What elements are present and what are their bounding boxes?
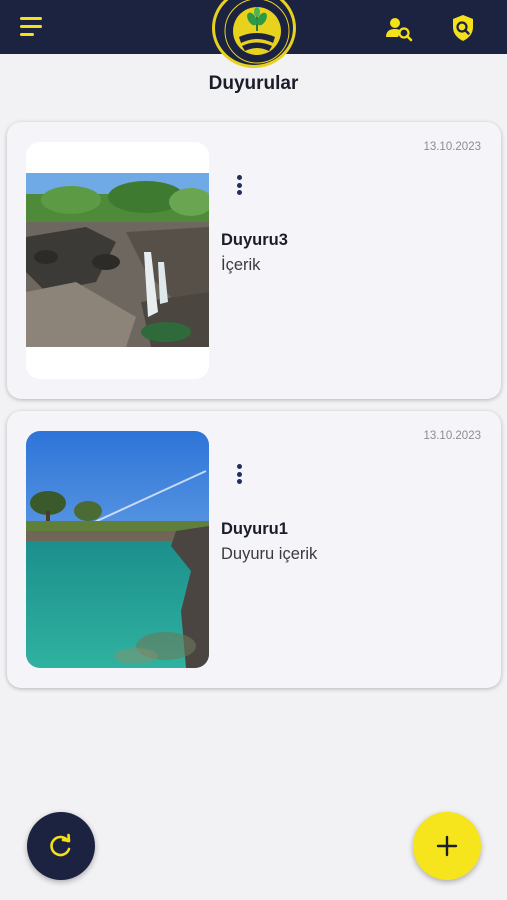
refresh-icon — [50, 833, 71, 857]
user-search-icon — [386, 18, 413, 42]
announcement-card[interactable]: 13.10.2023 Duyuru1 Duyuru içerik — [7, 411, 501, 688]
announcement-body: Duyuru içerik — [221, 545, 318, 563]
dot — [236, 464, 242, 469]
logo-icon — [224, 0, 290, 64]
top-app-bar — [0, 0, 507, 68]
logo-emblem — [212, 0, 296, 68]
announcement-date: 13.10.2023 — [423, 430, 481, 442]
menu-line — [20, 17, 42, 20]
announcement-title: Duyuru3 — [221, 231, 288, 249]
page-title: Duyurular — [208, 73, 299, 94]
dot — [236, 190, 242, 195]
waterfall-photo — [26, 142, 209, 379]
more-options-button[interactable] — [231, 464, 247, 488]
announcement-body: İçerik — [221, 256, 261, 274]
add-announcement-button[interactable] — [413, 812, 481, 880]
turquoise-lake-photo — [26, 431, 209, 668]
shield-search-button[interactable] — [448, 13, 478, 43]
dot — [236, 471, 242, 477]
plus-icon — [436, 835, 458, 857]
announcement-image[interactable] — [26, 431, 209, 668]
dot — [236, 182, 242, 188]
menu-button[interactable] — [20, 17, 46, 39]
dot — [236, 175, 242, 180]
dot — [236, 479, 242, 484]
refresh-button[interactable] — [27, 812, 95, 880]
shield-search-icon — [453, 15, 473, 41]
announcement-card[interactable]: 13.10.2023 Duyuru3 İçerik — [7, 122, 501, 399]
announcement-date: 13.10.2023 — [423, 141, 481, 153]
menu-line — [20, 33, 34, 36]
announcement-image[interactable] — [26, 142, 209, 379]
more-options-button[interactable] — [231, 175, 247, 199]
announcement-title: Duyuru1 — [221, 520, 288, 538]
menu-line — [20, 25, 42, 28]
user-search-button[interactable] — [384, 13, 414, 43]
